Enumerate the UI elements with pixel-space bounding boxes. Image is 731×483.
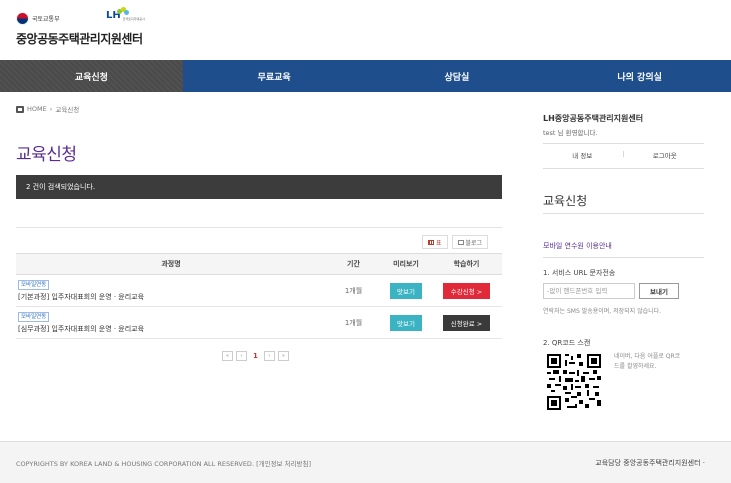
table-view-button[interactable]: 표 (422, 235, 448, 249)
next-page-button[interactable]: › (263, 351, 275, 361)
lh-logo[interactable]: LH 한국토지주택공사 (106, 7, 145, 21)
nav-item-my-classroom[interactable]: 나의 강의실 (548, 60, 731, 92)
sidebar-org-name: LH중앙공동주택관리지원센터 (543, 114, 644, 123)
breadcrumb: HOME › 교육신청 (16, 104, 79, 114)
sidebar-section-title: 교육신청 (543, 194, 588, 208)
footer-contact: 교육담당 중앙공동주택관리지원센터 · (595, 459, 705, 467)
course-title[interactable]: [심무과정] 입주자대표회의 운영 · 윤리교육 (18, 324, 326, 334)
mobile-badge: 모바일연동 (18, 280, 50, 290)
sms-note: 연락처는 SMS 발송용이며, 저장되지 않습니다. (543, 308, 662, 315)
mobile-guide-link[interactable]: 모바일 연수원 이용안내 (543, 241, 612, 251)
my-info-link[interactable]: 내 정보 (543, 150, 622, 160)
course-title[interactable]: [기본과정] 입주자대표회의 운영 · 윤리교육 (18, 292, 326, 302)
nav-item-education-apply[interactable]: 교육신청 (0, 60, 183, 92)
course-table: 과정명 기간 미리보기 학습하기 모바일연동 [기본과정] 입주자대표회의 운영… (16, 253, 502, 339)
header-course-name: 과정명 (161, 260, 181, 268)
breadcrumb-home[interactable]: HOME (27, 105, 47, 113)
page-title: 교육신청 (16, 145, 77, 165)
divider (543, 257, 704, 258)
qr-code-icon (547, 354, 601, 410)
course-cell: 모바일연동 [기본과정] 입주자대표회의 운영 · 윤리교육 (16, 279, 326, 302)
preview-cell: 맛보기 (381, 282, 431, 299)
result-count-bar: 2 건이 검색되었습니다. (16, 175, 502, 199)
table-row: 모바일연동 [기본과정] 입주자대표회의 운영 · 윤리교육 1개월 맛보기 수… (16, 275, 502, 307)
copyright-text: COPYRIGHTS BY KOREA LAND & HOUSING CORPO… (16, 460, 312, 468)
ministry-logo[interactable]: 국토교통부 (16, 12, 60, 25)
divider (543, 213, 704, 214)
apply-button[interactable]: 수강신청 > (442, 282, 491, 299)
main-nav: 교육신청 무료교육 상담실 나의 강의실 (0, 60, 731, 92)
preview-cell: 맛보기 (381, 314, 431, 331)
divider (543, 168, 704, 169)
qr-note: 네이버, 다음 어플로 QR코드를 촬영하세요. (614, 353, 681, 370)
logout-link[interactable]: 로그아웃 (626, 150, 705, 160)
last-page-button[interactable]: » (277, 351, 289, 361)
site-header: 국토교통부 LH 한국토지주택공사 중앙공동주택관리지원센터 (0, 0, 731, 60)
mobile-badge: 모바일연동 (18, 312, 50, 322)
preview-button[interactable]: 맛보기 (390, 282, 422, 299)
preview-button[interactable]: 맛보기 (390, 314, 422, 331)
course-period: 1개월 (344, 318, 363, 327)
taeguk-icon (16, 12, 29, 25)
header-study: 학습하기 (453, 260, 480, 268)
prev-page-button[interactable]: ‹ (236, 351, 247, 361)
first-page-button[interactable]: « (222, 351, 233, 361)
sms-send-button[interactable]: 보내기 (639, 283, 679, 299)
header-period: 기간 (347, 260, 360, 268)
blog-icon (457, 239, 464, 245)
site-footer: COPYRIGHTS BY KOREA LAND & HOUSING CORPO… (0, 441, 731, 483)
course-cell: 모바일연동 [심무과정] 입주자대표회의 운영 · 윤리교육 (16, 311, 326, 334)
page-number[interactable]: 1 (250, 352, 261, 360)
site-title[interactable]: 중앙공동주택관리지원센터 (16, 30, 143, 47)
lh-dots-icon (117, 7, 129, 15)
sidebar-user-links: 내 정보 | 로그아웃 (543, 150, 704, 160)
study-cell: 수강신청 > (431, 282, 502, 299)
blog-view-label: 블로그 (465, 239, 483, 247)
breadcrumb-separator: › (49, 105, 53, 113)
table-view-label: 표 (436, 239, 442, 247)
sidebar-greeting: test 님 환영합니다. (543, 129, 598, 137)
application-complete-button[interactable]: 신청완료 > (442, 314, 491, 331)
breadcrumb-current: 교육신청 (55, 106, 80, 114)
home-icon[interactable] (16, 105, 24, 113)
result-count-text: 2 건이 검색되었습니다. (26, 183, 96, 191)
blog-view-button[interactable]: 블로그 (451, 235, 489, 249)
pagination: « ‹ 1 › » (222, 351, 289, 361)
divider (543, 143, 704, 144)
nav-item-free-education[interactable]: 무료교육 (183, 60, 366, 92)
course-period: 1개월 (344, 286, 363, 295)
sms-section-title: 1. 서비스 URL 문자전송 (543, 269, 616, 277)
phone-number-input[interactable] (543, 283, 635, 299)
qr-section-title: 2. QR코드 스캔 (543, 339, 591, 347)
header-preview: 미리보기 (393, 260, 419, 268)
study-cell: 신청완료 > (431, 314, 502, 331)
grid-icon (428, 239, 434, 245)
lh-logo-sub: 한국토지주택공사 (122, 17, 145, 21)
view-toggle: 표 블로그 (422, 235, 489, 249)
nav-item-counseling[interactable]: 상담실 (366, 60, 549, 92)
ministry-name: 국토교통부 (32, 16, 60, 23)
divider (16, 227, 502, 228)
table-header: 과정명 기간 미리보기 학습하기 (16, 253, 502, 275)
table-row: 모바일연동 [심무과정] 입주자대표회의 운영 · 윤리교육 1개월 맛보기 신… (16, 307, 502, 339)
